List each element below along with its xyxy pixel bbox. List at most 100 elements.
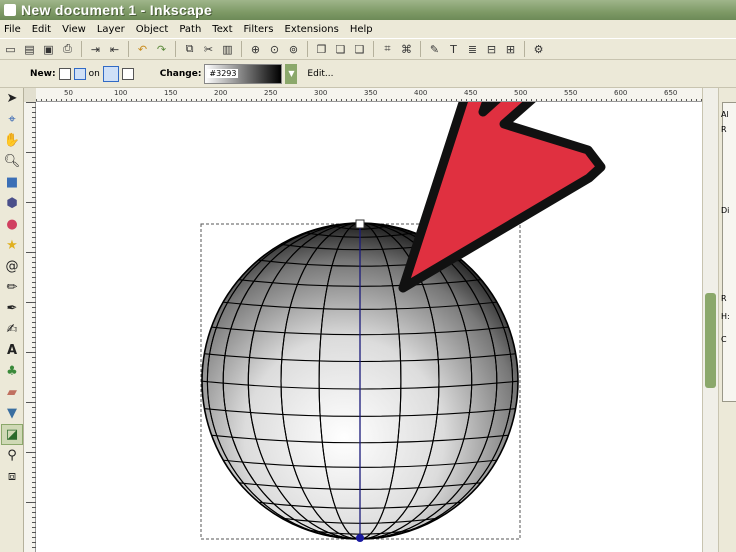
spiral-tool-icon[interactable]: @ [1,256,23,277]
eraser-tool-icon[interactable]: ▰ [1,382,23,403]
title-bar: New document 1 - Inkscape [0,0,736,20]
menu-text[interactable]: Text [212,24,232,35]
calligraphy-tool-icon[interactable]: ✍ [1,319,23,340]
menu-extensions[interactable]: Extensions [285,24,339,35]
toolbar-separator [128,41,129,57]
menu-view[interactable]: View [62,24,86,35]
ruler-label: 450 [464,89,477,97]
selector-tool-icon[interactable]: ➤ [1,88,23,109]
horizontal-ruler-ticks: 50 100 150 200 250 300 350 400 450 500 5… [36,89,702,101]
gradient-start-handle[interactable] [355,219,365,229]
text-font-icon[interactable]: T [445,41,462,58]
apply-to-fill-toggle[interactable] [102,65,119,82]
redo-icon[interactable]: ↷ [153,41,170,58]
fill-stroke-icon[interactable]: ✎ [426,41,443,58]
dock-fragment: C [721,335,727,344]
dock-fragment: H: [721,312,730,321]
menu-bar: File Edit View Layer Object Path Text Fi… [0,20,736,38]
ellipse-tool-icon[interactable]: ● [1,214,23,235]
gradient-dropdown-chevron-icon[interactable]: ▼ [285,63,298,84]
commands-bar: ▭ ▤ ▣ ⎙ ⇥ ⇤ ↶ ↷ ⧉ ✂ ▥ ⊕ ⊙ ⊚ ❐ ❏ ❑ ⌗ ⌘ ✎ … [0,38,736,60]
align-icon[interactable]: ⊞ [502,41,519,58]
node-tool-icon[interactable]: ⌖ [1,109,23,130]
gradient-tool-icon[interactable]: ◪ [1,424,23,445]
zoom-tool-icon[interactable]: 🔍︎ [1,151,23,172]
cut-icon[interactable]: ✂ [200,41,217,58]
menu-file[interactable]: File [4,24,21,35]
gradient-selector[interactable]: #3293 [204,63,283,84]
toolbar-separator [81,41,82,57]
ruler-label: 400 [414,89,427,97]
new-icon[interactable]: ▭ [2,41,19,58]
apply-to-stroke-toggle[interactable] [121,67,134,80]
ruler-label: 200 [214,89,227,97]
ruler-label: 350 [364,89,377,97]
menu-help[interactable]: Help [350,24,373,35]
edit-gradient-button[interactable]: Edit... [307,69,333,79]
menu-layer[interactable]: Layer [97,24,125,35]
group-icon[interactable]: ⌗ [379,41,396,58]
pencil-tool-icon[interactable]: ✏ [1,277,23,298]
gradient-end-handle[interactable] [356,534,364,542]
text-tool-icon[interactable]: A [1,340,23,361]
3d-box-tool-icon[interactable]: ⬢ [1,193,23,214]
new-linear-gradient-toggle[interactable] [58,67,71,80]
tweak-tool-icon[interactable]: ✋ [1,130,23,151]
new-label: New: [30,68,56,79]
vertical-ruler[interactable] [24,102,36,552]
layers-icon[interactable]: ≣ [464,41,481,58]
dock-fragment: R [721,125,727,134]
inkscape-icon [4,4,16,16]
dock-panel-frame [722,102,736,402]
horizontal-ruler[interactable]: 50 100 150 200 250 300 350 400 450 500 5… [36,88,702,102]
ruler-label: 550 [564,89,577,97]
new-radial-gradient-toggle[interactable] [73,67,86,80]
paint-bucket-tool-icon[interactable]: ▼ [1,403,23,424]
ruler-label: 250 [264,89,277,97]
drawing-svg [200,102,606,542]
dock-fragment: Di [721,206,730,215]
dock-fragment: R [721,294,727,303]
pen-tool-icon[interactable]: ✒ [1,298,23,319]
dock-panel: Al R Di R H: C [718,88,736,552]
toolbar-separator [373,41,374,57]
spray-tool-icon[interactable]: ♣ [1,361,23,382]
open-icon[interactable]: ▤ [21,41,38,58]
ruler-label: 650 [664,89,677,97]
ruler-label: 100 [114,89,127,97]
ruler-label: 500 [514,89,527,97]
dropper-tool-icon[interactable]: ⚲ [1,445,23,466]
print-icon[interactable]: ⎙ [59,41,76,58]
preferences-icon[interactable]: ⚙ [530,41,547,58]
menu-object[interactable]: Object [136,24,169,35]
pointer-arrow [398,102,606,293]
toolbar-separator [524,41,525,57]
star-tool-icon[interactable]: ★ [1,235,23,256]
clone-icon[interactable]: ❏ [332,41,349,58]
rectangle-tool-icon[interactable]: ■ [1,172,23,193]
toolbar-separator [175,41,176,57]
ungroup-icon[interactable]: ⌘ [398,41,415,58]
paste-icon[interactable]: ▥ [219,41,236,58]
vertical-scrollbar[interactable] [702,88,718,552]
export-icon[interactable]: ⇤ [106,41,123,58]
xml-editor-icon[interactable]: ⊟ [483,41,500,58]
copy-icon[interactable]: ⧉ [181,41,198,58]
connector-tool-icon[interactable]: ⧈ [1,466,23,487]
save-icon[interactable]: ▣ [40,41,57,58]
ruler-label: 150 [164,89,177,97]
duplicate-icon[interactable]: ❐ [313,41,330,58]
menu-path[interactable]: Path [179,24,201,35]
on-label: on [88,68,100,79]
zoom-selection-icon[interactable]: ⊕ [247,41,264,58]
menu-filters[interactable]: Filters [244,24,274,35]
toolbar-separator [241,41,242,57]
zoom-drawing-icon[interactable]: ⊙ [266,41,283,58]
scrollbar-thumb[interactable] [705,293,716,388]
menu-edit[interactable]: Edit [32,24,51,35]
drawing-canvas[interactable] [36,102,702,552]
import-icon[interactable]: ⇥ [87,41,104,58]
undo-icon[interactable]: ↶ [134,41,151,58]
zoom-page-icon[interactable]: ⊚ [285,41,302,58]
unlink-clone-icon[interactable]: ❑ [351,41,368,58]
